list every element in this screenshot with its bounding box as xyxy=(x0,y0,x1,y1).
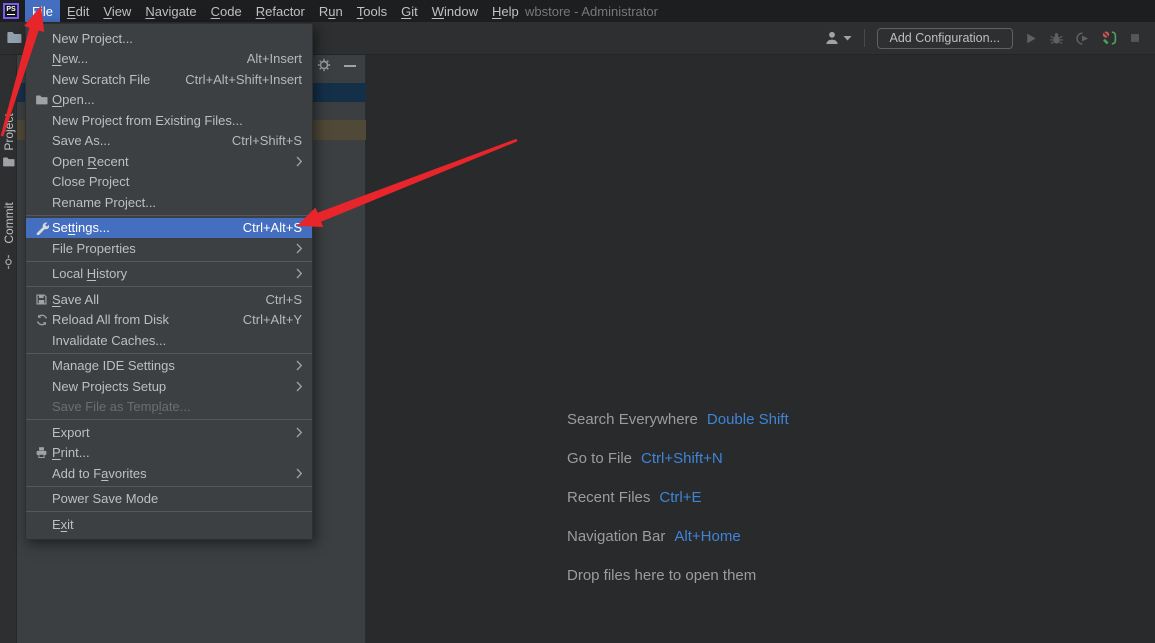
menu-item-new[interactable]: New...Alt+Insert xyxy=(26,49,312,70)
menu-item-new-project-from-existing-files[interactable]: New Project from Existing Files... xyxy=(26,110,312,131)
menu-item-local-history[interactable]: Local History xyxy=(26,264,312,285)
menu-separator xyxy=(26,215,312,216)
menubar-item-view[interactable]: View xyxy=(96,0,138,22)
menu-separator xyxy=(26,419,312,420)
stripe-button-project[interactable]: Project xyxy=(2,113,16,150)
menu-item-print[interactable]: Print... xyxy=(26,443,312,464)
submenu-arrow-icon xyxy=(296,427,312,438)
menubar-item-run[interactable]: Run xyxy=(312,0,350,22)
hint-navigation-bar: Navigation BarAlt+Home xyxy=(567,517,789,556)
hint-drop-files-here-to-open-them: Drop files here to open them xyxy=(567,556,789,595)
submenu-arrow-icon xyxy=(296,468,312,479)
play-icon[interactable] xyxy=(1022,30,1039,47)
menu-item-export[interactable]: Export xyxy=(26,422,312,443)
hint-go-to-file: Go to FileCtrl+Shift+N xyxy=(567,439,789,478)
tool-window-stripe: Project Commit xyxy=(0,55,17,643)
menu-shortcut: Ctrl+Shift+S xyxy=(232,133,312,148)
menubar-item-tools[interactable]: Tools xyxy=(350,0,394,22)
submenu-arrow-icon xyxy=(296,360,312,371)
menu-item-settings[interactable]: Settings...Ctrl+Alt+S xyxy=(26,218,312,239)
toolbar-divider xyxy=(864,29,865,47)
menu-separator xyxy=(26,353,312,354)
menu-item-power-save-mode[interactable]: Power Save Mode xyxy=(26,489,312,510)
menu-item-file-properties[interactable]: File Properties xyxy=(26,238,312,259)
menu-item-save-file-as-template: Save File as Template... xyxy=(26,397,312,418)
menu-separator xyxy=(26,486,312,487)
menubar-item-edit[interactable]: Edit xyxy=(60,0,96,22)
user-icon xyxy=(824,30,841,47)
coverage-icon[interactable] xyxy=(1074,30,1091,47)
menu-item-open[interactable]: Open... xyxy=(26,90,312,111)
user-account-button[interactable] xyxy=(824,30,852,47)
window-title: wbstore - Administrator xyxy=(525,0,658,22)
menubar-item-file[interactable]: File xyxy=(25,0,60,22)
main-menubar: FileEditViewNavigateCodeRefactorRunTools… xyxy=(25,0,526,22)
title-bar: PS FileEditViewNavigateCodeRefactorRunTo… xyxy=(0,0,1155,22)
menu-item-close-project[interactable]: Close Project xyxy=(26,172,312,193)
file-dropdown-menu: New Project...New...Alt+InsertNew Scratc… xyxy=(25,23,313,540)
wrench-icon xyxy=(31,221,52,235)
submenu-arrow-icon xyxy=(296,381,312,392)
phpstorm-logo-icon: PS xyxy=(3,3,19,19)
menubar-item-window[interactable]: Window xyxy=(425,0,485,22)
editor-area: Search EverywhereDouble ShiftGo to FileC… xyxy=(366,55,1155,643)
stop-icon[interactable] xyxy=(1126,30,1143,47)
add-configuration-button[interactable]: Add Configuration... xyxy=(877,28,1014,49)
hint-recent-files: Recent FilesCtrl+E xyxy=(567,478,789,517)
menu-shortcut: Ctrl+S xyxy=(266,292,312,307)
save-icon xyxy=(31,293,52,306)
menu-item-manage-ide-settings[interactable]: Manage IDE Settings xyxy=(26,356,312,377)
menu-item-rename-project[interactable]: Rename Project... xyxy=(26,192,312,213)
menu-shortcut: Ctrl+Alt+Y xyxy=(243,312,312,327)
printer-icon xyxy=(31,446,52,459)
menu-separator xyxy=(26,286,312,287)
chevron-down-icon xyxy=(843,30,852,47)
hide-tool-window-icon[interactable] xyxy=(344,65,356,67)
menu-item-reload-all-from-disk[interactable]: Reload All from DiskCtrl+Alt+Y xyxy=(26,310,312,331)
menu-item-save-as[interactable]: Save As...Ctrl+Shift+S xyxy=(26,131,312,152)
submenu-arrow-icon xyxy=(296,156,312,167)
phone-listener-icon[interactable] xyxy=(1100,30,1117,47)
submenu-arrow-icon xyxy=(296,268,312,279)
menu-item-invalidate-caches[interactable]: Invalidate Caches... xyxy=(26,330,312,351)
ide-window: PS FileEditViewNavigateCodeRefactorRunTo… xyxy=(0,0,1155,643)
menubar-item-refactor[interactable]: Refactor xyxy=(249,0,312,22)
menu-item-exit[interactable]: Exit xyxy=(26,514,312,535)
gear-icon[interactable] xyxy=(317,58,331,77)
menu-shortcut: Ctrl+Alt+Shift+Insert xyxy=(185,72,312,87)
menubar-item-git[interactable]: Git xyxy=(394,0,425,22)
folder-icon xyxy=(31,93,52,106)
menu-item-save-all[interactable]: Save AllCtrl+S xyxy=(26,289,312,310)
menu-item-open-recent[interactable]: Open Recent xyxy=(26,151,312,172)
open-folder-icon[interactable] xyxy=(5,29,23,50)
menubar-item-help[interactable]: Help xyxy=(485,0,526,22)
project-folder-icon[interactable] xyxy=(2,155,15,173)
stripe-button-commit[interactable]: Commit xyxy=(2,202,16,243)
hint-search-everywhere: Search EverywhereDouble Shift xyxy=(567,400,789,439)
menu-shortcut: Alt+Insert xyxy=(247,51,312,66)
menu-item-new-projects-setup[interactable]: New Projects Setup xyxy=(26,376,312,397)
commit-icon[interactable] xyxy=(2,254,15,275)
menu-item-add-to-favorites[interactable]: Add to Favorites xyxy=(26,463,312,484)
menu-shortcut: Ctrl+Alt+S xyxy=(243,220,312,235)
menu-separator xyxy=(26,511,312,512)
refresh-icon xyxy=(31,313,52,327)
menubar-item-code[interactable]: Code xyxy=(204,0,249,22)
debug-icon[interactable] xyxy=(1048,30,1065,47)
menubar-item-navigate[interactable]: Navigate xyxy=(138,0,203,22)
menu-item-new-scratch-file[interactable]: New Scratch FileCtrl+Alt+Shift+Insert xyxy=(26,69,312,90)
empty-editor-shortcuts: Search EverywhereDouble ShiftGo to FileC… xyxy=(567,400,789,595)
menu-item-new-project[interactable]: New Project... xyxy=(26,28,312,49)
menu-separator xyxy=(26,261,312,262)
submenu-arrow-icon xyxy=(296,243,312,254)
